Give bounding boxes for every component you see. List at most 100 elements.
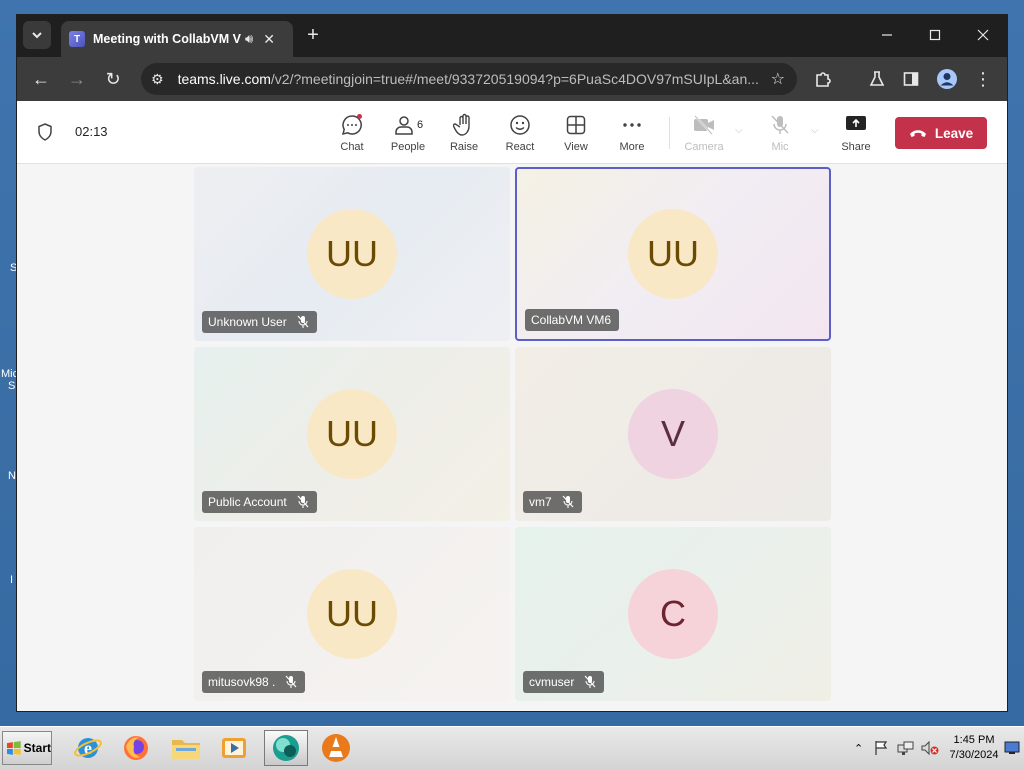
profile-icon [937, 69, 957, 89]
taskbar-internet-explorer[interactable]: e [66, 730, 110, 766]
tab-search-button[interactable] [23, 21, 51, 49]
firefox-icon [124, 736, 148, 760]
taskbar-vlc[interactable] [314, 730, 358, 766]
address-bar[interactable]: ⚙︎ teams.live.com/v2/?meetingjoin=true#/… [141, 63, 797, 95]
raise-hand-button[interactable]: Raise [439, 111, 489, 153]
close-icon[interactable]: ✕ [263, 31, 275, 48]
side-panel-button[interactable] [897, 65, 925, 93]
participant-name-tag: Unknown User [202, 311, 317, 333]
chat-icon [341, 114, 362, 136]
react-label: React [505, 141, 535, 153]
participant-avatar: UU [307, 569, 397, 659]
volume-muted-icon[interactable] [921, 740, 939, 756]
tab-strip: T Meeting with CollabVM VM6 🔊︎ ✕ + [17, 15, 1007, 57]
teams-app-icon [273, 735, 299, 761]
site-info-icon[interactable]: ⚙︎ [151, 71, 164, 88]
desktop-icon-label: I [10, 574, 14, 586]
view-label: View [564, 141, 588, 153]
taskbar-teams-app[interactable] [264, 730, 308, 766]
plus-icon: + [307, 23, 319, 46]
participant-tile[interactable]: UU Public Account [194, 347, 510, 521]
participant-avatar: UU [628, 209, 718, 299]
mic-button[interactable]: Mic [755, 111, 805, 153]
participant-avatar: V [628, 389, 718, 479]
labs-button[interactable] [863, 65, 891, 93]
browser-menu-button[interactable]: ⋮ [969, 65, 997, 93]
chat-button[interactable]: Chat [327, 111, 377, 153]
file-explorer-icon [172, 740, 200, 759]
action-center-flag-icon[interactable] [873, 740, 891, 756]
mic-off-icon [562, 495, 574, 509]
participant-tile[interactable]: UU Unknown User [194, 167, 510, 341]
more-button[interactable]: More [607, 111, 657, 153]
taskbar: Start e ⌃ 1:45 PM 7/30/2024 [0, 726, 1024, 769]
shield-icon[interactable] [37, 123, 53, 141]
participant-name: vm7 [529, 495, 552, 509]
taskbar-media-player[interactable] [212, 730, 256, 766]
close-icon [977, 29, 989, 41]
more-label: More [619, 141, 645, 153]
participant-tile-active-speaker[interactable]: UU CollabVM VM6 [515, 167, 831, 341]
start-label: Start [23, 741, 51, 755]
mic-options-chevron-icon[interactable]: ⌵ [811, 125, 819, 136]
back-button[interactable]: ← [27, 65, 55, 93]
forward-button[interactable]: → [63, 65, 91, 93]
chevron-down-icon [32, 32, 42, 39]
people-button[interactable]: 6 People [383, 111, 433, 153]
clock-date: 7/30/2024 [949, 749, 999, 761]
tab-title: Meeting with CollabVM VM6 [93, 32, 241, 46]
raise-label: Raise [449, 141, 479, 153]
start-button[interactable]: Start [2, 731, 52, 765]
network-icon[interactable] [897, 740, 915, 756]
show-hidden-icons-chevron-icon[interactable]: ⌃ [854, 742, 863, 755]
avatar-initials: UU [326, 413, 378, 454]
participant-name: Public Account [208, 495, 287, 509]
leave-button[interactable]: Leave [895, 117, 987, 149]
participant-tile[interactable]: C cvmuser [515, 527, 831, 701]
browser-tab[interactable]: T Meeting with CollabVM VM6 🔊︎ ✕ [61, 21, 293, 57]
windows-logo-icon [6, 741, 21, 755]
share-button[interactable]: Share [831, 111, 881, 153]
reload-button[interactable]: ↻ [99, 65, 127, 93]
taskbar-firefox[interactable] [114, 730, 158, 766]
taskbar-file-explorer[interactable] [164, 730, 208, 766]
participant-name-tag: Public Account [202, 491, 317, 513]
avatar-initials: UU [647, 233, 699, 274]
mic-label: Mic [771, 141, 789, 153]
people-icon [395, 116, 413, 135]
react-button[interactable]: React [495, 111, 545, 153]
arrow-right-icon: → [68, 68, 86, 89]
maximize-icon [929, 29, 941, 41]
new-tab-button[interactable]: + [299, 21, 327, 49]
profile-button[interactable] [933, 65, 961, 93]
meeting-toolbar: 02:13 Chat 6 People Raise React View Mor… [17, 101, 1007, 164]
leave-label: Leave [934, 125, 974, 141]
toolbar-divider [669, 117, 670, 149]
system-clock[interactable]: 1:45 PM 7/30/2024 [946, 733, 1002, 763]
extensions-button[interactable] [809, 65, 837, 93]
browser-window: T Meeting with CollabVM VM6 🔊︎ ✕ + ← → ↻… [16, 14, 1008, 712]
url-path: /v2/?meetingjoin=true#/meet/933720519094… [270, 71, 758, 87]
show-desktop-icon[interactable] [1004, 741, 1020, 755]
close-window-button[interactable] [963, 21, 1003, 49]
view-button[interactable]: View [551, 111, 601, 153]
camera-options-chevron-icon[interactable]: ⌵ [735, 125, 743, 136]
hang-up-icon [909, 130, 926, 137]
participant-name-tag: CollabVM VM6 [525, 309, 620, 331]
video-gallery: UU Unknown User UU CollabVM VM6 UU Publi… [17, 163, 1007, 711]
participant-tile[interactable]: UU mitusovk98 . [194, 527, 510, 701]
participant-name-tag: mitusovk98 . [202, 671, 306, 693]
participant-name: cvmuser [529, 675, 575, 689]
url-text[interactable]: teams.live.com/v2/?meetingjoin=true#/mee… [178, 71, 758, 87]
teams-icon: T [69, 31, 85, 47]
grid-view-icon [566, 115, 586, 135]
maximize-button[interactable] [915, 21, 955, 49]
avatar-initials: C [660, 593, 686, 634]
bookmark-star-icon[interactable]: ☆ [771, 69, 785, 89]
minimize-button[interactable] [867, 21, 907, 49]
participant-tile[interactable]: V vm7 [515, 347, 831, 521]
desktop-icon-label: S [8, 380, 16, 392]
camera-button[interactable]: Camera [679, 111, 729, 153]
speaker-icon[interactable]: 🔊︎ [245, 31, 253, 47]
avatar-initials: UU [326, 233, 378, 274]
